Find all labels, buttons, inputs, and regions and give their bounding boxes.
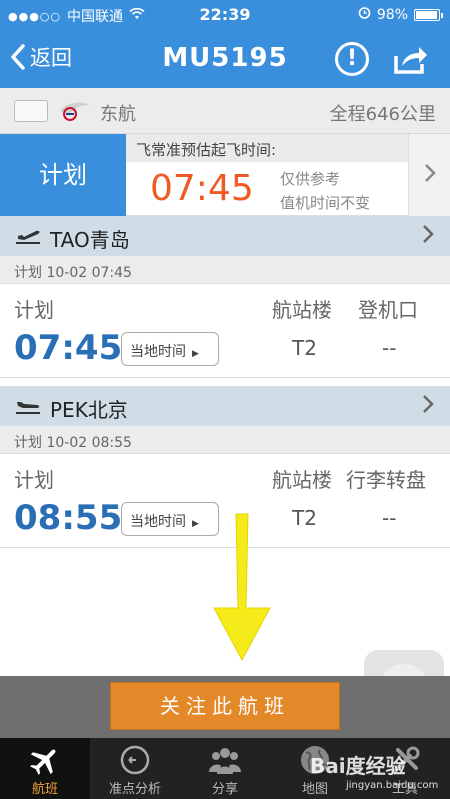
status-bar: ●●●○○ 中国联通 22:39 98% [0,0,450,30]
clock-icon [120,745,150,775]
tab-punctuality[interactable]: 准点分析 [90,738,180,799]
chevron-right-icon [422,392,434,420]
watermark-url: jingyan.baidu.com [346,780,439,791]
departure-terminal: T2 [292,336,317,360]
arrival-timezone-toggle[interactable]: 当地时间 ▶ [121,502,219,536]
estimate-note-checkin: 值机时间不变 [280,194,371,212]
battery-percent: 98% [376,6,408,23]
alarm-icon [358,6,371,23]
arrival-plan-label: 计划 [14,468,54,492]
watermark: Bai度经验 jingyan.baidu.com [310,750,438,791]
estimate-panel: 计划 飞常准预估起飞时间: 07:45 仅供参考 值机时间不变 [0,134,450,216]
plan-status: 计划 [0,134,126,216]
exclamation-icon: ! [346,46,358,71]
departure-gate-label: 登机口 [358,298,418,322]
estimate-note-reference: 仅供参考 [280,170,341,188]
departure-city: TAO青岛 [50,228,130,252]
arrival-baggage: -- [382,506,397,530]
departure-plan-label: 计划 [14,298,54,322]
arrival-time: 08:55 [14,498,123,538]
caret-right-icon: ▶ [192,349,199,359]
takeoff-icon [16,230,40,244]
departure-timezone-toggle[interactable]: 当地时间 ▶ [121,332,219,366]
arrival-baggage-label: 行李转盘 [346,468,426,492]
departure-detail: 计划 航站楼 登机口 07:45 当地时间 ▶ T2 -- [0,284,450,378]
info-button[interactable]: ! [335,42,369,76]
plane-icon [30,749,56,775]
departure-planned: 计划 10-02 07:45 [0,256,450,284]
tab-label: 分享 [211,782,238,797]
chevron-right-icon [422,222,434,250]
departure-time: 07:45 [14,328,123,368]
tab-flights[interactable]: 航班 [0,738,90,799]
battery-icon [414,8,443,21]
arrival-city: PEK北京 [50,398,128,422]
share-icon [394,47,427,74]
nav-bar: 返回 MU5195 ! [0,30,450,88]
boarding-card-icon [14,100,48,122]
departure-terminal-label: 航站楼 [272,298,332,322]
estimated-takeoff-time: 07:45 [150,168,254,209]
share-button[interactable] [392,42,428,76]
landing-icon [16,402,40,414]
follow-bar: 关注此航班 [0,676,450,738]
people-icon [209,748,241,774]
arrival-terminal-label: 航站楼 [272,468,332,492]
estimate-detail-button[interactable] [408,134,450,216]
airline-logo [60,102,90,121]
follow-flight-button[interactable]: 关注此航班 [110,682,340,730]
timezone-label: 当地时间 [130,514,186,530]
page-title: MU5195 [162,43,288,73]
tab-label: 航班 [31,782,58,797]
flight-distance: 全程646公里 [329,104,436,125]
arrival-terminal: T2 [292,506,317,530]
arrival-city-row[interactable]: PEK北京 [0,386,450,426]
departure-gate: -- [382,336,397,360]
chevron-right-icon [424,164,436,182]
arrival-planned: 计划 10-02 08:55 [0,426,450,454]
caret-right-icon: ▶ [192,519,199,529]
departure-city-row[interactable]: TAO青岛 [0,216,450,256]
tab-share[interactable]: 分享 [180,738,270,799]
airline-row: 东航 全程646公里 [0,88,450,134]
estimate-label: 飞常准预估起飞时间: [126,134,408,162]
yellow-arrow-annotation [213,513,271,662]
timezone-label: 当地时间 [130,344,186,360]
tab-label: 准点分析 [108,782,161,797]
watermark-brand: Bai度经验 [310,754,406,778]
airline-name: 东航 [100,104,136,125]
